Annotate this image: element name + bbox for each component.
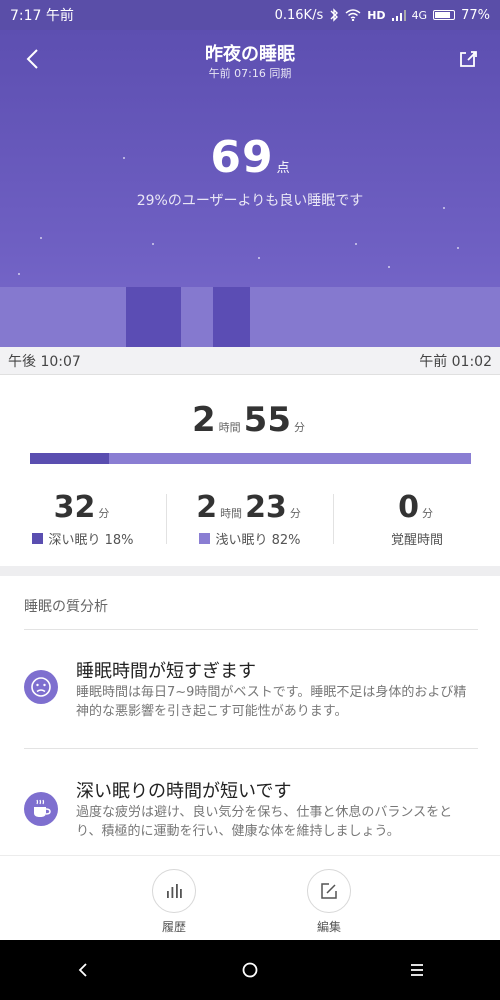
total-minutes: 55 [243,400,291,440]
total-duration: 2 時間55 分 [0,400,500,440]
deep-sleep-stat: 32 分 深い眠り 18% [0,490,166,548]
sleep-graph-light [0,287,500,347]
score-unit: 点 [276,161,290,176]
edit-icon [321,883,337,899]
deep-sleep-legend-swatch [32,533,44,544]
nav-back-button[interactable] [63,950,103,990]
analysis-item-description: 睡眠時間は毎日7~9時間がベストです。睡眠不足は身体的および精神的な悪影響を引き… [76,685,467,719]
deep-sleep-value: 32 [53,490,96,525]
hours-unit: 時間 [218,421,241,434]
sync-time: 午前 07:16 同期 [208,67,292,80]
sad-face-icon [24,670,58,704]
status-bar: 7:17 午前 0.16K/s HD 4G 77% [0,0,500,30]
share-icon [460,51,477,67]
sleep-score: 69 点 [0,132,500,183]
analysis-item-description: 過度な疲労は避け、良い気分を保ち、仕事と休息のバランスをとり、積極的に運動を行い… [76,805,453,839]
deep-sleep-label: 深い眠り 18% [48,533,134,548]
sleep-summary-header: 昨夜の睡眠 午前 07:16 同期 69 点 29%のユーザーよりも良い睡眠です [0,30,500,347]
page-title: 昨夜の睡眠 [205,44,295,65]
battery-icon [433,10,456,20]
sleep-end-time: 午前 01:02 [419,353,492,370]
awake-stat: 0分 覚醒時間 [334,490,500,548]
wifi-icon [345,9,361,21]
history-label[interactable]: 履歴 [144,918,204,935]
light-minutes-unit: 分 [289,507,301,520]
share-button[interactable] [454,44,484,74]
light-sleep-hours: 2 [196,490,218,525]
navigation-bar [0,940,500,1000]
bottom-toolbar: 履歴 編集 [0,855,500,941]
menu-icon [410,964,423,976]
sleep-graph-deep-segment [213,287,250,347]
analysis-item: 睡眠時間が短すぎます 睡眠時間は毎日7~9時間がベストです。睡眠不足は身体的およ… [24,657,480,727]
network-speed: 0.16K/s [274,7,324,23]
divider [24,748,478,749]
sleep-graph-deep-segment [126,287,181,347]
edit-label[interactable]: 編集 [299,918,359,935]
analysis-item: 深い眠りの時間が短いです 過度な疲労は避け、良い気分を保ち、仕事と休息のバランス… [24,777,480,847]
home-circle-icon [242,962,258,978]
nav-menu-button[interactable] [397,950,437,990]
bar-chart-icon [167,884,182,898]
minutes-unit: 分 [294,421,305,434]
battery-level: 77% [461,7,490,23]
status-time: 7:17 午前 [10,8,74,24]
awake-unit: 分 [421,507,433,520]
score-description: 29%のユーザーよりも良い睡眠です [136,193,364,209]
analysis-item-title: 深い眠りの時間が短いです [76,781,292,802]
divider [24,629,478,630]
deep-sleep-fill [30,453,110,464]
sleep-ratio-bar [30,453,471,464]
back-arrow-icon [79,963,87,977]
light-sleep-label: 浅い眠り 82% [215,533,301,548]
history-button[interactable] [152,869,196,913]
edit-button[interactable] [307,869,351,913]
signal-icon [391,9,406,21]
awake-label: 覚醒時間 [390,533,443,548]
total-hours: 2 [192,400,216,440]
section-separator [0,566,500,576]
awake-value: 0 [398,490,419,525]
status-indicators: 0.16K/s HD 4G 77% [275,8,490,23]
bluetooth-icon [330,8,339,22]
network-type: 4G [411,8,428,22]
nav-home-button[interactable] [230,950,270,990]
analysis-item-title: 睡眠時間が短すぎます [76,661,256,682]
deep-sleep-unit: 分 [98,507,110,520]
light-sleep-legend-swatch [199,533,211,544]
score-value: 69 [210,132,274,183]
light-sleep-stat: 2 時間 23 分 浅い眠り 82% [167,490,333,548]
analysis-section-title: 睡眠の質分析 [24,599,108,615]
time-axis: 午後 10:07 午前 01:02 [0,347,500,375]
light-sleep-minutes: 23 [245,490,287,525]
coffee-cup-icon [24,792,58,826]
light-hours-unit: 時間 [220,507,243,520]
sleep-start-time: 午後 10:07 [8,353,81,370]
hd-badge: HD [367,8,386,22]
